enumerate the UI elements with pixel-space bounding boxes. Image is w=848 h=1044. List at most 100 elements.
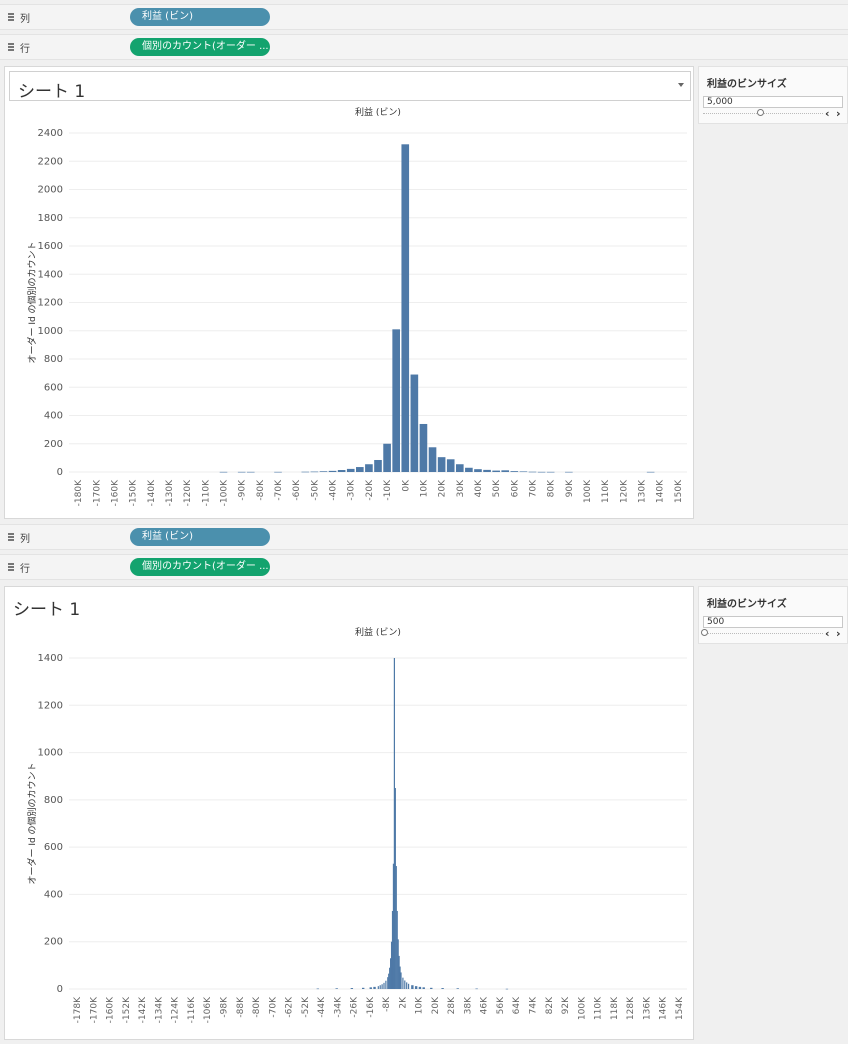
x-tick-label: 40K: [474, 479, 484, 497]
chevron-right-icon[interactable]: ›: [836, 627, 841, 640]
y-tick-label: 2000: [38, 185, 63, 196]
y-tick-label: 400: [44, 411, 63, 422]
y-tick-label: 1600: [38, 241, 63, 252]
profit-bin-pill[interactable]: 利益 (ビン): [130, 528, 270, 546]
x-tick-label: 90K: [565, 479, 575, 497]
x-tick-label: 10K: [419, 479, 429, 497]
y-tick-label: 200: [44, 439, 63, 450]
x-tick-label: -178K: [73, 996, 83, 1023]
y-tick-label: 1800: [38, 213, 63, 224]
chevron-down-icon[interactable]: [678, 83, 684, 87]
rows-shelf-label: 行: [20, 564, 30, 575]
histogram-bar: [441, 988, 444, 989]
y-axis-label: オーダー Id の個別のカウント: [26, 762, 38, 884]
columns-shelf-label: 列: [20, 14, 30, 25]
x-tick-label: 74K: [529, 996, 539, 1014]
sheet-title-box[interactable]: シート 1: [9, 71, 691, 102]
y-tick-label: 1200: [38, 298, 63, 309]
histogram-bar: [316, 988, 320, 990]
distinct-count-pill[interactable]: 個別のカウント(オーダー ...: [130, 38, 270, 56]
columns-shelf: 列 利益 (ビン): [0, 524, 848, 550]
x-tick-label: -134K: [154, 996, 164, 1023]
histogram-bar: [519, 471, 528, 473]
parameter-value-input[interactable]: 500: [703, 616, 843, 628]
x-tick-label: -70K: [274, 479, 284, 501]
chevron-right-icon[interactable]: ›: [836, 107, 841, 120]
histogram-bar: [373, 986, 376, 989]
distinct-count-pill[interactable]: 個別のカウント(オーダー ...: [130, 558, 270, 576]
shelf-grip-icon: [8, 563, 14, 571]
histogram-bar: [483, 469, 491, 472]
histogram-bar: [492, 470, 500, 472]
parameter-control: 利益のビンサイズ 500 ‹ ›: [698, 586, 848, 644]
parameter-title: 利益のビンサイズ: [707, 79, 787, 90]
histogram-bar: [377, 986, 379, 989]
histogram-bar: [374, 459, 382, 472]
x-tick-label: 136K: [642, 996, 652, 1020]
profit-bin-pill[interactable]: 利益 (ビン): [130, 8, 270, 26]
y-tick-label: 1400: [38, 653, 63, 664]
histogram-bar: [406, 982, 408, 989]
x-tick-label: 20K: [438, 479, 448, 497]
x-tick-label: -50K: [310, 479, 320, 501]
histogram-bar: [505, 988, 509, 990]
chevron-left-icon[interactable]: ‹: [825, 107, 830, 120]
sheet-title: シート 1: [13, 600, 81, 620]
histogram-bar: [274, 471, 282, 473]
x-tick-label: -180K: [74, 479, 84, 506]
histogram-bar: [455, 464, 464, 472]
y-tick-label: 200: [44, 937, 63, 948]
x-tick-label: -44K: [317, 996, 327, 1018]
chart-title: 利益 (ビン): [355, 106, 401, 118]
rows-shelf: 行 個別のカウント(オーダー ...: [0, 554, 848, 580]
chevron-left-icon[interactable]: ‹: [825, 627, 830, 640]
rows-shelf: 行 個別のカウント(オーダー ...: [0, 34, 848, 60]
x-tick-label: -80K: [252, 996, 262, 1018]
x-tick-label: 146K: [659, 996, 669, 1020]
x-tick-label: 118K: [610, 996, 620, 1020]
x-tick-label: -106K: [203, 996, 213, 1023]
x-tick-label: -98K: [220, 996, 230, 1018]
y-tick-label: 1200: [38, 700, 63, 711]
histogram-bar: [328, 470, 337, 472]
parameter-slider-track[interactable]: [703, 633, 823, 634]
x-tick-label: -170K: [89, 996, 99, 1023]
parameter-control: 利益のビンサイズ 5,000 ‹ ›: [698, 66, 848, 124]
x-tick-label: -20K: [365, 479, 375, 501]
x-tick-label: -152K: [122, 996, 132, 1023]
x-tick-label: 82K: [545, 996, 555, 1014]
x-tick-label: -30K: [347, 479, 357, 501]
parameter-panel: 利益のビンサイズ 500 ‹ ›: [698, 586, 848, 1040]
x-tick-label: 110K: [594, 996, 604, 1020]
histogram-bar: [365, 464, 373, 472]
histogram-bar: [465, 467, 473, 472]
x-tick-label: -10K: [383, 479, 393, 501]
shelf-grip-icon: [8, 533, 14, 541]
y-tick-label: 800: [44, 354, 63, 365]
parameter-value-input[interactable]: 5,000: [703, 96, 843, 108]
y-tick-label: 400: [44, 889, 63, 900]
histogram-bar: [400, 972, 402, 989]
histogram-bar: [422, 987, 425, 989]
parameter-slider-thumb[interactable]: [701, 629, 708, 636]
histogram-bar: [350, 988, 354, 989]
x-tick-label: -52K: [301, 996, 311, 1018]
histogram-bar: [335, 988, 338, 989]
histogram-bar: [475, 988, 478, 990]
histogram-bar: [383, 443, 391, 472]
parameter-slider-thumb[interactable]: [757, 109, 764, 116]
x-tick-label: -116K: [187, 996, 197, 1023]
y-tick-label: 0: [57, 984, 63, 995]
sheet-title: シート 1: [18, 82, 86, 102]
columns-shelf-label: 列: [20, 534, 30, 545]
histogram-chart: 利益 (ビン) オーダー Id の個別のカウント 0 200 400 600 800 1000…: [26, 626, 687, 1023]
histogram-bar: [356, 467, 364, 472]
histogram-bar: [219, 471, 228, 473]
histogram-bar: [528, 471, 537, 473]
x-tick-label: 154K: [675, 996, 685, 1020]
y-tick-label: 2400: [38, 128, 63, 139]
x-tick-label: -40K: [329, 479, 339, 501]
x-tick-label: 70K: [529, 479, 539, 497]
histogram-bar: [419, 423, 428, 472]
histogram-bar: [418, 986, 422, 989]
